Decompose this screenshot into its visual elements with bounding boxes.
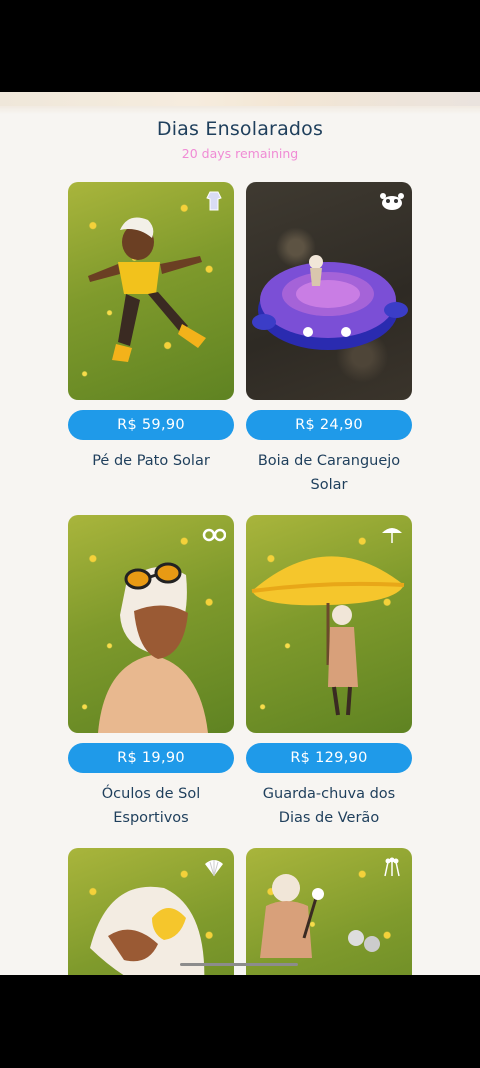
item-image[interactable] — [68, 182, 234, 400]
item-image[interactable] — [68, 515, 234, 733]
shop-item-card[interactable]: R$ 129,90 Guarda-chuva dos Dias de Verão — [246, 515, 412, 830]
shop-screen: Dias Ensolarados 20 days remaining R$ 59… — [0, 92, 480, 975]
outfit-icon — [202, 190, 226, 212]
price-button[interactable]: R$ 19,90 — [68, 743, 234, 773]
shop-header: Dias Ensolarados 20 days remaining — [0, 118, 480, 161]
item-name: Boia de Caranguejo Solar — [257, 453, 401, 493]
marshmallow-icon — [380, 856, 404, 878]
page-title: Dias Ensolarados — [156, 118, 324, 140]
shop-item-card[interactable] — [246, 848, 412, 975]
crab-icon — [380, 190, 404, 212]
sunglasses-icon — [202, 523, 226, 545]
shop-item-card[interactable]: R$ 19,90 Óculos de Sol Esportivos — [68, 515, 234, 830]
item-name: Óculos de Sol Esportivos — [101, 786, 201, 826]
price-button[interactable]: R$ 59,90 — [68, 410, 234, 440]
umbrella-character-illustration — [251, 556, 405, 716]
home-indicator[interactable] — [180, 963, 298, 966]
dancer-character-illustration — [88, 217, 206, 362]
item-image[interactable] — [246, 848, 412, 975]
item-name: Guarda-chuva dos Dias de Verão — [262, 786, 396, 826]
item-image[interactable] — [68, 848, 234, 975]
time-remaining: 20 days remaining — [181, 146, 299, 161]
shop-item-card[interactable] — [68, 848, 234, 975]
status-bar — [0, 0, 480, 92]
sunglasses-character-illustration — [98, 562, 208, 733]
shop-item-card[interactable]: R$ 59,90 Pé de Pato Solar — [68, 182, 234, 473]
shell-icon — [202, 856, 226, 878]
item-image[interactable] — [246, 515, 412, 733]
header-banner-strip — [0, 92, 480, 114]
price-button[interactable]: R$ 24,90 — [246, 410, 412, 440]
item-image[interactable] — [246, 182, 412, 400]
shop-item-card[interactable]: R$ 24,90 Boia de Caranguejo Solar — [246, 182, 412, 497]
crab-float-illustration — [252, 255, 408, 350]
umbrella-icon — [380, 523, 404, 545]
price-button[interactable]: R$ 129,90 — [246, 743, 412, 773]
navigation-bar — [0, 975, 480, 1068]
item-name: Pé de Pato Solar — [92, 453, 210, 469]
